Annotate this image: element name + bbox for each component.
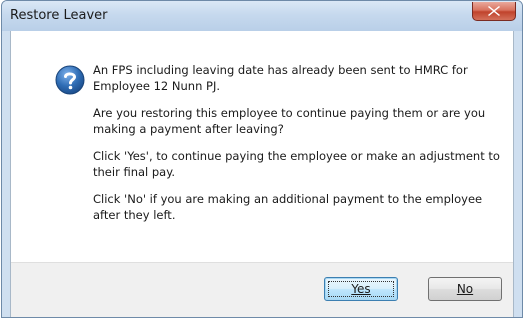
message-line-yes-hint: Click 'Yes', to continue paying the empl… bbox=[93, 149, 500, 179]
yes-button-label: Yes bbox=[351, 282, 371, 296]
dialog-body: An FPS including leaving date has alread… bbox=[10, 31, 514, 317]
button-bar: Yes No bbox=[11, 262, 513, 317]
yes-button[interactable]: Yes bbox=[324, 277, 398, 301]
window-title: Restore Leaver bbox=[10, 8, 108, 23]
message-line-question: Are you restoring this employee to conti… bbox=[93, 106, 486, 136]
message-line-fps-sent: An FPS including leaving date has alread… bbox=[93, 63, 468, 93]
close-button[interactable] bbox=[472, 2, 516, 21]
message-text: An FPS including leaving date has alread… bbox=[93, 62, 503, 234]
question-icon bbox=[55, 65, 85, 95]
close-icon bbox=[488, 6, 500, 16]
no-button[interactable]: No bbox=[428, 277, 502, 301]
dialog-window: Restore Leaver An FPS including leaving … bbox=[1, 0, 523, 318]
message-area: An FPS including leaving date has alread… bbox=[11, 31, 513, 267]
title-bar[interactable]: Restore Leaver bbox=[2, 1, 522, 31]
no-button-label: No bbox=[456, 282, 474, 296]
message-line-no-hint: Click 'No' if you are making an addition… bbox=[93, 192, 483, 222]
